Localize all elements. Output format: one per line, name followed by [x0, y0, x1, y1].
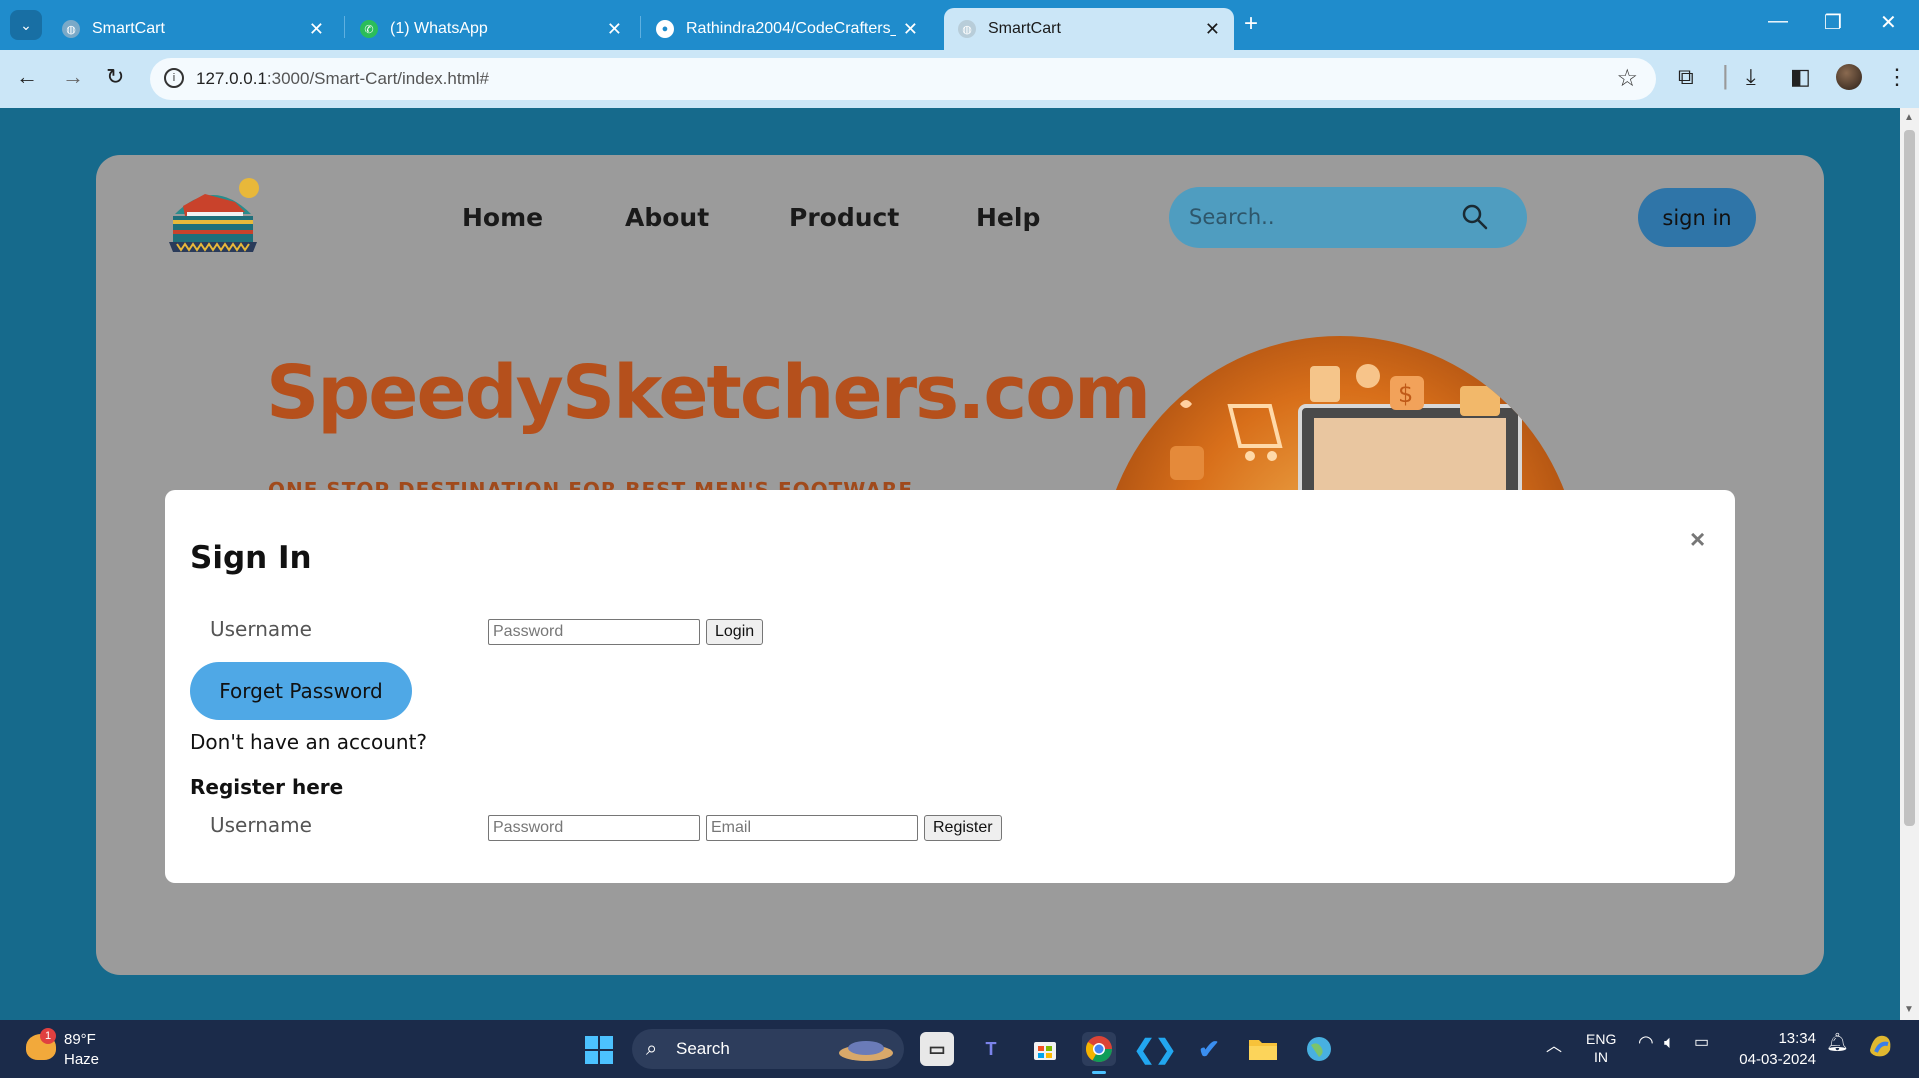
- close-tab-icon[interactable]: ✕: [309, 19, 324, 40]
- bookmark-star-icon[interactable]: ☆: [1616, 64, 1638, 93]
- hero-tagline: ONE STOP DESTINATION FOR BEST MEN'S FOOT…: [268, 478, 913, 490]
- tab-smartcart-1[interactable]: ◍ SmartCart ✕: [48, 8, 338, 50]
- weather-badge: 1: [40, 1028, 56, 1044]
- active-app-indicator: [1092, 1071, 1106, 1074]
- no-account-text: Don't have an account?: [190, 730, 428, 754]
- address-bar[interactable]: i 127.0.0.1:3000/Smart-Cart/index.html# …: [150, 58, 1656, 100]
- chrome-icon[interactable]: [1082, 1032, 1116, 1074]
- tab-title: Rathindra2004/CodeCrafters_E: [686, 20, 896, 37]
- close-tab-icon[interactable]: ✕: [903, 19, 918, 40]
- login-button[interactable]: Login: [706, 619, 764, 645]
- language-indicator[interactable]: ENG IN: [1586, 1030, 1616, 1066]
- scroll-thumb[interactable]: [1904, 130, 1915, 826]
- taskbar-search-label: Search: [676, 1039, 730, 1058]
- toolbar-divider: |: [1722, 60, 1729, 90]
- hero-image: $: [1100, 336, 1580, 490]
- login-username-label: Username: [210, 617, 312, 641]
- modal-title: Sign In: [190, 540, 312, 576]
- teams-icon[interactable]: T: [974, 1032, 1008, 1066]
- scroll-down-arrow-icon[interactable]: ▼: [1904, 1004, 1914, 1015]
- svg-text:$: $: [1398, 380, 1413, 408]
- profile-avatar[interactable]: [1836, 64, 1862, 90]
- reload-icon[interactable]: ↻: [106, 64, 124, 90]
- file-explorer-icon[interactable]: [1246, 1032, 1280, 1066]
- tab-whatsapp[interactable]: ✆ (1) WhatsApp ✕: [346, 8, 636, 50]
- globe-icon: ◍: [62, 20, 80, 38]
- shopping-illustration-icon: $: [1170, 364, 1522, 490]
- whatsapp-icon: ✆: [360, 20, 378, 38]
- register-password-field[interactable]: [488, 815, 700, 841]
- scroll-up-arrow-icon[interactable]: ▲: [1904, 112, 1914, 123]
- login-password-field[interactable]: [488, 619, 700, 645]
- vscode-icon[interactable]: ❮❯: [1133, 1032, 1177, 1066]
- github-icon: ●: [656, 20, 674, 38]
- speaker-muted-icon[interactable]: 🔈︎: [1664, 1032, 1675, 1053]
- site-info-icon[interactable]: i: [164, 68, 184, 88]
- register-email-field[interactable]: [706, 815, 918, 841]
- windows-taskbar: 1 89°F Haze ⌕ Search ▭ T ❮❯ ✔ ︿ ENG IN ◠ …: [0, 1020, 1919, 1078]
- tab-divider: [344, 16, 345, 38]
- download-icon[interactable]: ⤓: [1746, 64, 1756, 90]
- search-highlight-icon: [839, 1041, 893, 1061]
- minimize-icon[interactable]: —: [1768, 10, 1788, 33]
- windows-start-icon[interactable]: [585, 1036, 613, 1064]
- register-heading: Register here: [190, 775, 344, 799]
- tab-title: SmartCart: [92, 20, 165, 37]
- weather-temperature[interactable]: 89°F: [64, 1031, 96, 1048]
- weather-condition[interactable]: Haze: [64, 1051, 99, 1068]
- extensions-icon[interactable]: ⧉: [1678, 64, 1694, 90]
- clock-time[interactable]: 13:34: [1776, 1030, 1816, 1047]
- sign-in-modal: × Sign In Username Login Forget Password…: [165, 490, 1735, 883]
- browser-tab-bar: ⌄ ◍ SmartCart ✕ ✆ (1) WhatsApp ✕ ● Rathi…: [0, 0, 1919, 50]
- hero-title: SpeedySketchers.com: [266, 350, 1151, 436]
- browser-globe-icon[interactable]: [1302, 1032, 1336, 1066]
- register-username-label: Username: [210, 813, 312, 837]
- url-text[interactable]: 127.0.0.1:3000/Smart-Cart/index.html#: [196, 69, 489, 89]
- hero-section: SpeedySketchers.com ONE STOP DESTINATION…: [0, 108, 1900, 490]
- tab-title: SmartCart: [988, 20, 1061, 37]
- notification-bell-icon[interactable]: 🔔︎: [1826, 1032, 1849, 1053]
- new-tab-button[interactable]: +: [1244, 10, 1258, 38]
- restore-icon[interactable]: ❐: [1824, 10, 1842, 35]
- search-icon: ⌕: [646, 1038, 658, 1060]
- globe-icon: ◍: [958, 20, 976, 38]
- copilot-icon[interactable]: [1866, 1030, 1896, 1063]
- taskbar-search[interactable]: ⌕ Search: [632, 1029, 904, 1069]
- close-window-icon[interactable]: ✕: [1880, 10, 1897, 35]
- browser-toolbar: ← → ↻ i 127.0.0.1:3000/Smart-Cart/index.…: [0, 50, 1919, 108]
- forget-password-button[interactable]: Forget Password: [190, 662, 412, 720]
- close-tab-icon[interactable]: ✕: [607, 19, 622, 40]
- tab-smartcart-active[interactable]: ◍ SmartCart ✕: [944, 8, 1234, 50]
- chevron-down-icon: ⌄: [20, 16, 32, 33]
- close-tab-icon[interactable]: ✕: [1205, 19, 1220, 40]
- chevron-up-icon[interactable]: ︿: [1546, 1032, 1562, 1056]
- microsoft-store-icon[interactable]: [1028, 1032, 1062, 1066]
- register-button[interactable]: Register: [924, 815, 1002, 841]
- vertical-scrollbar[interactable]: ▲ ▼: [1900, 108, 1919, 1020]
- battery-icon[interactable]: ▭: [1694, 1032, 1709, 1052]
- tab-title: (1) WhatsApp: [390, 20, 488, 37]
- side-panel-icon[interactable]: ◧: [1790, 64, 1811, 90]
- more-menu-icon[interactable]: ⋮: [1886, 64, 1908, 90]
- close-icon[interactable]: ×: [1690, 524, 1705, 555]
- todo-check-icon[interactable]: ✔: [1192, 1032, 1226, 1066]
- wifi-icon[interactable]: ◠: [1638, 1032, 1654, 1053]
- forward-icon[interactable]: →: [62, 64, 84, 90]
- clock-date[interactable]: 04-03-2024: [1738, 1051, 1816, 1068]
- tab-divider: [640, 16, 641, 38]
- back-icon[interactable]: ←: [16, 64, 38, 90]
- task-view-icon[interactable]: ▭: [920, 1032, 954, 1066]
- tab-search-button[interactable]: ⌄: [10, 10, 42, 40]
- tab-github[interactable]: ● Rathindra2004/CodeCrafters_E ✕: [642, 8, 932, 50]
